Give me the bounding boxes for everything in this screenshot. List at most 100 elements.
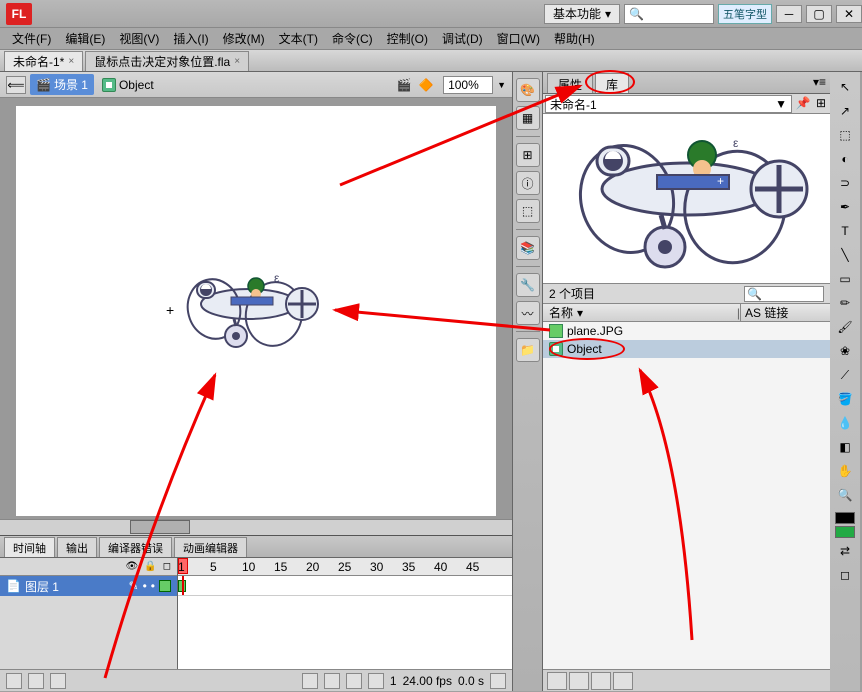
transform-panel-icon[interactable]: ⬚ (516, 199, 540, 223)
timeline-tab[interactable]: 时间轴 (4, 537, 55, 557)
align-panel-icon[interactable]: ⊞ (516, 143, 540, 167)
menu-item[interactable]: 插入(I) (167, 28, 214, 49)
outline-color[interactable] (159, 580, 171, 592)
library-search-input[interactable]: 🔍 (744, 286, 824, 302)
stage[interactable]: + (16, 106, 496, 516)
zoom-tool[interactable]: 🔍 (833, 484, 857, 506)
symbol-breadcrumb[interactable]: Object (98, 76, 158, 94)
paint-bucket-tool[interactable]: 🪣 (833, 388, 857, 410)
swatches-panel-icon[interactable]: ▦ (516, 106, 540, 130)
menu-item[interactable]: 文本(T) (273, 28, 324, 49)
menu-item[interactable]: 控制(O) (381, 28, 434, 49)
library-columns[interactable]: 名称 ▾ | AS 链接 (543, 304, 830, 322)
maximize-button[interactable]: ▢ (806, 5, 832, 23)
fill-swatch[interactable] (835, 526, 855, 538)
deco-tool[interactable]: ❀ (833, 340, 857, 362)
help-search-input[interactable]: 🔍 (624, 4, 714, 24)
panel-menu-icon[interactable]: ▾≡ (813, 75, 826, 89)
rectangle-tool[interactable]: ▭ (833, 268, 857, 290)
close-tab-icon[interactable]: × (234, 56, 240, 67)
line-tool[interactable]: ╲ (833, 244, 857, 266)
tl-control[interactable] (324, 673, 340, 689)
menu-item[interactable]: 调试(D) (436, 28, 489, 49)
close-button[interactable]: ✕ (836, 5, 862, 23)
library-item[interactable]: plane.JPG (543, 322, 830, 340)
edit-symbol-icon[interactable]: 🔶 (417, 76, 435, 94)
new-library-icon[interactable]: ⊞ (812, 94, 830, 112)
library-tab[interactable]: 库 (595, 73, 629, 93)
text-tool[interactable]: T (833, 220, 857, 242)
close-tab-icon[interactable]: × (68, 56, 74, 67)
swap-colors-icon[interactable]: ⇄ (833, 540, 857, 562)
subselection-tool[interactable]: ↗ (833, 100, 857, 122)
pen-tool[interactable]: ✒ (833, 196, 857, 218)
properties-tab[interactable]: 属性 (547, 73, 593, 93)
tool-option[interactable]: ◻ (833, 564, 857, 586)
menu-item[interactable]: 帮助(H) (548, 28, 601, 49)
menu-item[interactable]: 命令(C) (326, 28, 379, 49)
frame-row[interactable] (178, 576, 512, 596)
timeline-tab[interactable]: 编译器错误 (99, 537, 172, 557)
frame-ruler[interactable]: 151015202530354045 (178, 558, 512, 576)
minimize-button[interactable]: ─ (776, 5, 802, 23)
menu-item[interactable]: 修改(M) (217, 28, 271, 49)
col-linkage[interactable]: AS 链接 (740, 304, 830, 321)
eraser-tool[interactable]: ◧ (833, 436, 857, 458)
document-tab[interactable]: 未命名-1* × (4, 51, 83, 71)
chevron-down-icon[interactable]: ▼ (497, 80, 506, 90)
timeline-tab[interactable]: 输出 (57, 537, 97, 557)
info-panel-icon[interactable]: ⓘ (516, 171, 540, 195)
library-list[interactable]: plane.JPG Object (543, 322, 830, 669)
bone-tool[interactable]: ⟋ (833, 364, 857, 386)
brush-tool[interactable]: 🖌 (833, 316, 857, 338)
lasso-tool[interactable]: ⊃ (833, 172, 857, 194)
lock-icon[interactable]: 🔒 (144, 561, 156, 572)
frames-area[interactable]: 151015202530354045 (178, 558, 512, 669)
stage-hscrollbar[interactable] (0, 519, 512, 535)
hand-tool[interactable]: ✋ (833, 460, 857, 482)
new-folder-button[interactable] (28, 673, 44, 689)
outline-icon[interactable]: ◻ (163, 561, 171, 572)
scroll-thumb[interactable] (130, 520, 190, 534)
pin-library-icon[interactable]: 📌 (794, 94, 812, 112)
library-panel-icon[interactable]: 📚 (516, 236, 540, 260)
back-button[interactable]: ⟸ (6, 76, 26, 94)
edit-scene-icon[interactable]: 🎬 (395, 76, 413, 94)
pencil-tool[interactable]: ✏ (833, 292, 857, 314)
scene-breadcrumb[interactable]: 🎬 场景 1 (30, 74, 94, 95)
col-name[interactable]: 名称 ▾ (543, 304, 737, 321)
workspace-selector[interactable]: 基本功能 ▾ (544, 4, 620, 24)
new-layer-button[interactable] (6, 673, 22, 689)
color-panel-icon[interactable]: 🎨 (516, 78, 540, 102)
motion-presets-icon[interactable]: 〰 (516, 301, 540, 325)
delete-button[interactable] (613, 672, 633, 690)
selection-tool[interactable]: ↖ (833, 76, 857, 98)
properties-button[interactable] (591, 672, 611, 690)
visibility-icon[interactable]: 👁 (126, 561, 139, 572)
menu-item[interactable]: 视图(V) (113, 28, 165, 49)
3d-rotation-tool[interactable]: ◐ (833, 148, 857, 170)
layer-row[interactable]: 📄 图层 1 ✎ • • (0, 576, 177, 596)
new-symbol-button[interactable] (547, 672, 567, 690)
menu-item[interactable]: 编辑(E) (59, 28, 111, 49)
project-panel-icon[interactable]: 📁 (516, 338, 540, 362)
tl-control[interactable] (368, 673, 384, 689)
menu-item[interactable]: 窗口(W) (491, 28, 546, 49)
timeline-tab[interactable]: 动画编辑器 (174, 537, 247, 557)
library-doc-selector[interactable]: 未命名-1 ▼ (545, 95, 792, 113)
new-folder-button[interactable] (569, 672, 589, 690)
components-icon[interactable]: 🔧 (516, 273, 540, 297)
document-tab[interactable]: 鼠标点击决定对象位置.fla × (85, 51, 249, 71)
tl-control[interactable] (346, 673, 362, 689)
tl-control[interactable] (302, 673, 318, 689)
delete-layer-button[interactable] (50, 673, 66, 689)
zoom-input[interactable] (443, 76, 493, 94)
menu-item[interactable]: 文件(F) (6, 28, 57, 49)
tl-scroll-left[interactable] (490, 673, 506, 689)
stage-canvas[interactable]: + (0, 98, 512, 519)
free-transform-tool[interactable]: ⬚ (833, 124, 857, 146)
eyedropper-tool[interactable]: 💧 (833, 412, 857, 434)
library-item[interactable]: Object (543, 340, 830, 358)
stroke-swatch[interactable] (835, 512, 855, 524)
plane-symbol-instance[interactable]: ε (174, 264, 324, 362)
